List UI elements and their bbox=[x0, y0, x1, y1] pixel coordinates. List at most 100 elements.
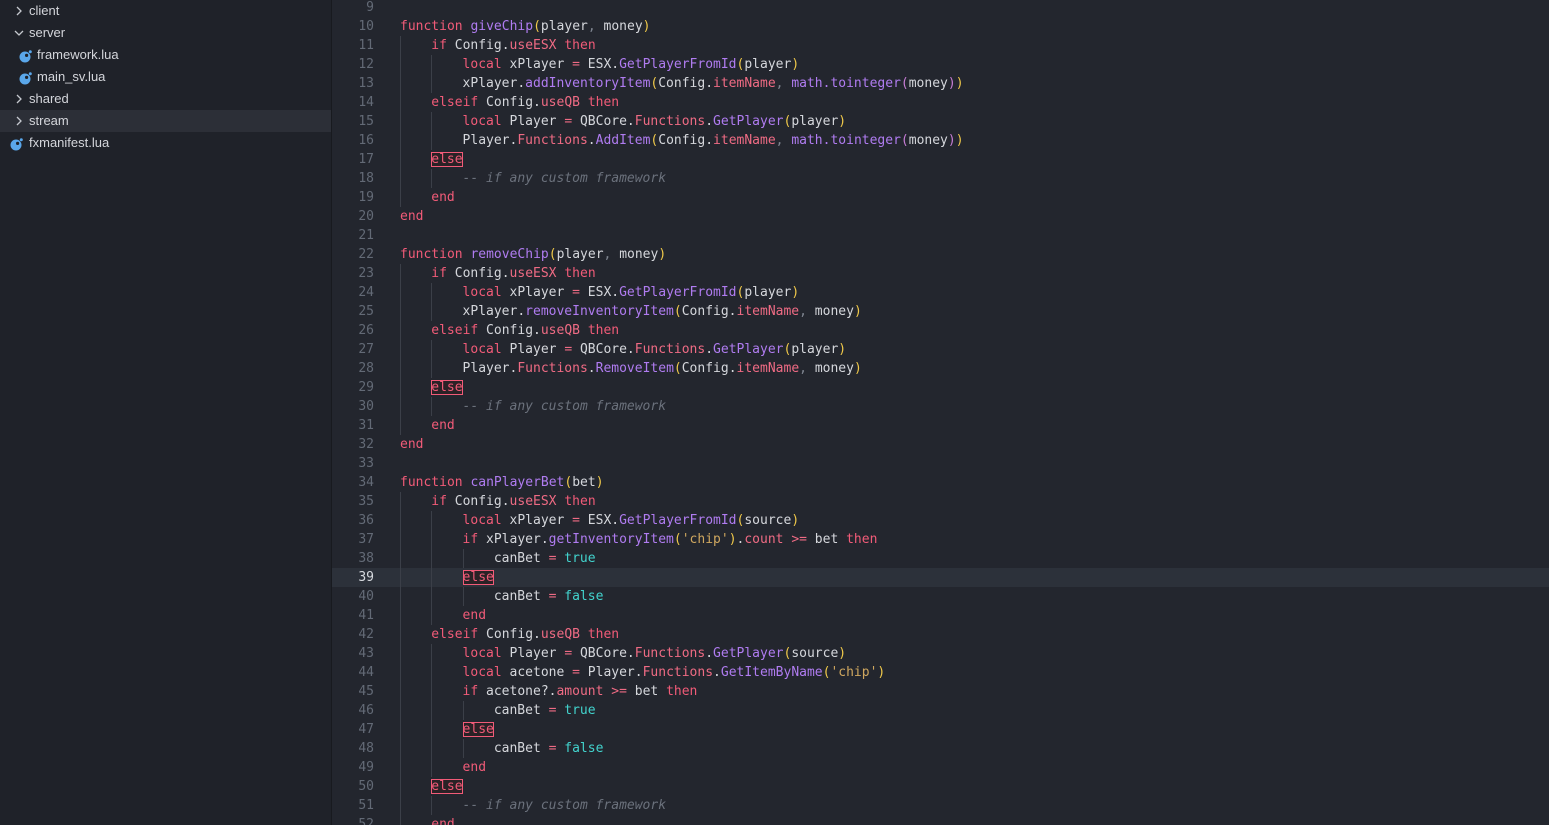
indent-guide bbox=[431, 112, 433, 131]
folder-shared[interactable]: shared bbox=[0, 88, 331, 110]
code-token: = bbox=[564, 114, 573, 129]
line-number: 38 bbox=[358, 551, 374, 566]
code-text: local xPlayer = ESX.GetPlayerFromId(play… bbox=[463, 55, 800, 74]
code-line[interactable]: 34 function canPlayerBet(bet) bbox=[332, 473, 1549, 492]
line-number: 47 bbox=[358, 722, 374, 737]
code-line[interactable]: 42 elseif Config.useQB then bbox=[332, 625, 1549, 644]
file-framework-lua[interactable]: framework.lua bbox=[0, 44, 331, 66]
code-line[interactable]: 26 elseif Config.useQB then bbox=[332, 321, 1549, 340]
code-token: elseif bbox=[431, 323, 479, 338]
indent-guide bbox=[462, 587, 464, 606]
indent-guide bbox=[400, 112, 401, 131]
code-token: source bbox=[744, 513, 792, 528]
code-line[interactable]: 17 else bbox=[332, 150, 1549, 169]
code-token: local bbox=[462, 114, 502, 129]
chevron-right-icon bbox=[13, 0, 25, 22]
indent-guide bbox=[431, 758, 433, 777]
indent-guide bbox=[400, 587, 401, 606]
tree-item-label: framework.lua bbox=[37, 47, 119, 62]
code-line[interactable]: 40 canBet = false bbox=[332, 587, 1549, 606]
code-line[interactable]: 18 -- if any custom framework bbox=[332, 169, 1549, 188]
tree-item-label: fxmanifest.lua bbox=[29, 135, 110, 150]
code-text: end bbox=[463, 606, 486, 625]
indent-guide bbox=[400, 397, 401, 416]
code-line[interactable]: 51 -- if any custom framework bbox=[332, 796, 1549, 815]
code-line[interactable]: 43 local Player = QBCore.Functions.GetPla… bbox=[332, 644, 1549, 663]
code-token: if bbox=[431, 494, 447, 509]
code-line[interactable]: 15 local Player = QBCore.Functions.GetPla… bbox=[332, 112, 1549, 131]
code-line[interactable]: 41 end bbox=[332, 606, 1549, 625]
code-line[interactable]: 45 if acetone?.amount >= bet then bbox=[332, 682, 1549, 701]
code-token: ( bbox=[900, 133, 909, 148]
code-editor[interactable]: 9 10 function giveChip(player, money) 11 if … bbox=[332, 0, 1549, 825]
code-token: 'chip' bbox=[681, 532, 729, 547]
indent-guide bbox=[400, 701, 401, 720]
code-line[interactable]: 28 Player.Functions.RemoveItem(Config.ite… bbox=[332, 359, 1549, 378]
code-line[interactable]: 20 end bbox=[332, 207, 1549, 226]
code-line[interactable]: 35 if Config.useESX then bbox=[332, 492, 1549, 511]
code-line[interactable]: 23 if Config.useESX then bbox=[332, 264, 1549, 283]
code-line[interactable]: 16 Player.Functions.AddItem (Config.itemNa… bbox=[332, 131, 1549, 150]
code-line[interactable]: 12 local xPlayer = ESX.GetPlayerFromId(pl… bbox=[332, 55, 1549, 74]
code-token: else bbox=[462, 570, 494, 585]
line-number: 16 bbox=[358, 133, 374, 148]
line-number: 34 bbox=[358, 475, 374, 490]
code-line[interactable]: 47 else bbox=[332, 720, 1549, 739]
code-text: -- if any custom framework bbox=[463, 169, 667, 188]
folder-stream[interactable]: stream bbox=[0, 110, 331, 132]
code-line[interactable]: 39 else bbox=[332, 568, 1549, 587]
code-token: tointeger bbox=[830, 76, 901, 91]
code-line[interactable]: 30 -- if any custom framework bbox=[332, 397, 1549, 416]
code-token: then bbox=[587, 323, 620, 338]
line-number: 15 bbox=[358, 114, 374, 129]
code-text: Player.Functions.AddItem (Config.itemName… bbox=[463, 131, 964, 150]
code-line[interactable]: 22 function removeChip(player, money) bbox=[332, 245, 1549, 264]
code-line[interactable]: 49 end bbox=[332, 758, 1549, 777]
indent-guide bbox=[431, 302, 433, 321]
code-line[interactable]: 50 else bbox=[332, 777, 1549, 796]
code-line[interactable]: 25 xPlayer.removeInventoryItem(Config.ite… bbox=[332, 302, 1549, 321]
code-token: ) bbox=[791, 57, 800, 72]
code-line[interactable]: 24 local xPlayer = ESX.GetPlayerFromId(pl… bbox=[332, 283, 1549, 302]
code-line[interactable]: 38 canBet = true bbox=[332, 549, 1549, 568]
code-line[interactable]: 13 xPlayer.addInventoryItem (Config.itemNa… bbox=[332, 74, 1549, 93]
code-line[interactable]: 10 function giveChip(player, money) bbox=[332, 17, 1549, 36]
code-line[interactable]: 11 if Config.useESX then bbox=[332, 36, 1549, 55]
code-token: GetPlayerFromId bbox=[619, 513, 737, 528]
folder-client[interactable]: client bbox=[0, 0, 331, 22]
code-line[interactable]: 29 else bbox=[332, 378, 1549, 397]
code-line[interactable]: 52 end bbox=[332, 815, 1549, 825]
line-number: 50 bbox=[358, 779, 374, 794]
folder-server[interactable]: server bbox=[0, 22, 331, 44]
code-line[interactable]: 37 if xPlayer.getInventoryItem('chip').co… bbox=[332, 530, 1549, 549]
code-token: end bbox=[431, 418, 455, 433]
code-token: ) bbox=[853, 361, 862, 376]
indent-guide bbox=[400, 150, 401, 169]
code-token: , bbox=[799, 304, 815, 319]
file-fxmanifest-lua[interactable]: fxmanifest.lua bbox=[0, 132, 331, 154]
code-line[interactable]: 32 end bbox=[332, 435, 1549, 454]
code-line[interactable]: 14 elseif Config.useQB then bbox=[332, 93, 1549, 112]
line-number: 43 bbox=[358, 646, 374, 661]
code-line[interactable]: 46 canBet = true bbox=[332, 701, 1549, 720]
indent-guide bbox=[400, 644, 401, 663]
code-line[interactable]: 9 bbox=[332, 0, 1549, 17]
code-token: ) bbox=[947, 76, 956, 91]
code-token: Config. bbox=[478, 627, 541, 642]
code-line[interactable]: 48 canBet = false bbox=[332, 739, 1549, 758]
code-line[interactable]: 31 end bbox=[332, 416, 1549, 435]
code-token: addInventoryItem bbox=[525, 76, 651, 91]
file-main-sv-lua[interactable]: main_sv.lua bbox=[0, 66, 331, 88]
code-line[interactable]: 36 local xPlayer = ESX.GetPlayerFromId(so… bbox=[332, 511, 1549, 530]
code-line[interactable]: 21 bbox=[332, 226, 1549, 245]
indent-guide bbox=[400, 606, 401, 625]
code-line[interactable]: 27 local Player = QBCore.Functions.GetPla… bbox=[332, 340, 1549, 359]
code-token: Config. bbox=[681, 361, 737, 376]
code-token: = bbox=[572, 665, 580, 680]
code-token: Player bbox=[501, 646, 565, 661]
code-line[interactable]: 33 bbox=[332, 454, 1549, 473]
code-text: if Config.useESX then bbox=[431, 492, 595, 511]
line-number: 22 bbox=[358, 247, 374, 262]
code-line[interactable]: 44 local acetone = Player.Functions.GetIt… bbox=[332, 663, 1549, 682]
code-line[interactable]: 19 end bbox=[332, 188, 1549, 207]
